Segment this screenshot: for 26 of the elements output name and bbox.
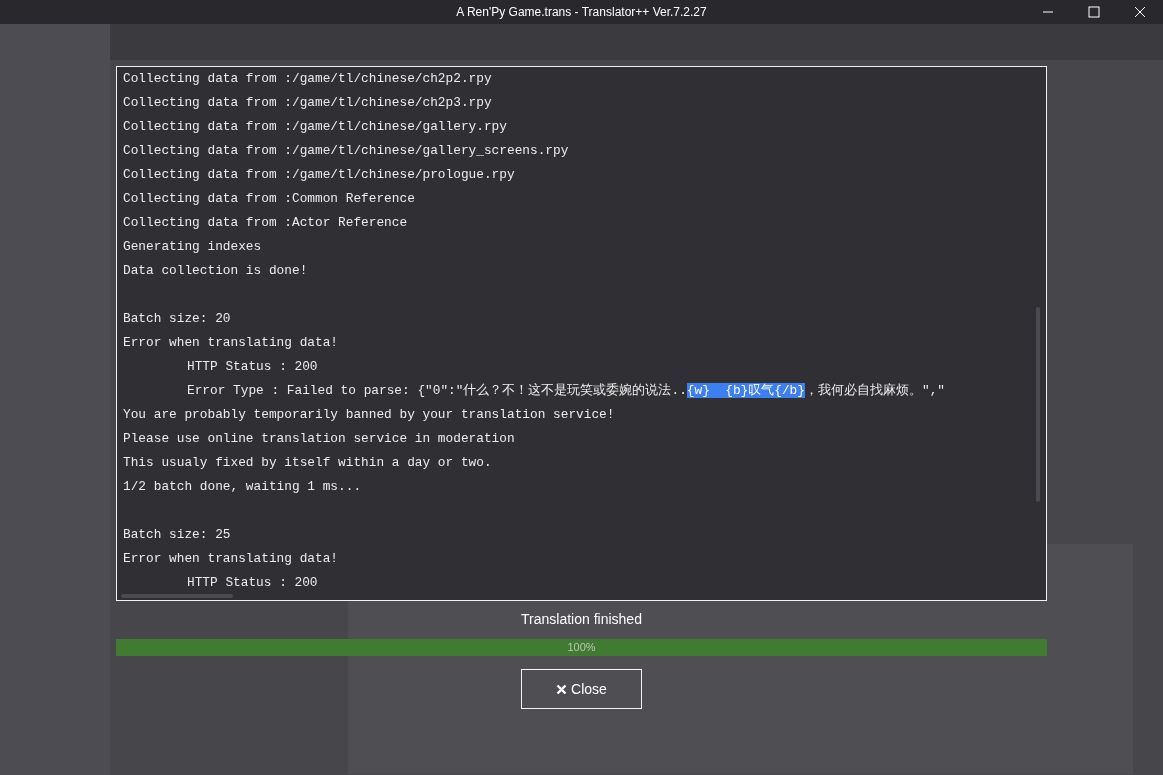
log-line: Error when translating data! <box>123 550 340 568</box>
log-line: Collecting data from :Actor Reference <box>123 214 409 232</box>
log-line: Batch size: 25 <box>123 526 232 544</box>
log-line: Collecting data from :/game/tl/chinese/ch2p2.rpy <box>123 70 493 88</box>
log-line: Collecting data from :/game/tl/chinese/ch2p3.rpy <box>123 94 493 112</box>
log-line: Collecting data from :/game/tl/chinese/prologue.rpy <box>123 166 516 184</box>
log-line: HTTP Status : 200 <box>186 574 319 592</box>
log-line: 1/2 batch done, waiting 1 ms... <box>123 478 363 496</box>
log-line: Data collection is done! <box>123 262 309 280</box>
log-line: You are probably temporarily banned by your translation service! <box>123 406 616 424</box>
window-title: A Ren'Py Game.trans - Translator++ Ver.7.2.27 <box>456 5 707 19</box>
log-line: Collecting data from :/game/tl/chinese/gallery_screens.rpy <box>123 142 570 160</box>
log-line: Error Type : Failed to parse: {"0":"什么？不！这不是玩笑或委婉的说法..{w} {b}叹气{/b}，我何必自找麻烦。"," <box>186 382 947 400</box>
log-line: This usualy fixed by itself within a day or two. <box>123 454 493 472</box>
close-button[interactable]: Close <box>521 669 642 709</box>
log-line: Generating indexes <box>123 238 263 256</box>
log-line: Please use online translation service in moderation <box>123 430 516 448</box>
progress-reading: 100% <box>566 640 597 655</box>
log-line: Error when translating data! <box>123 334 340 352</box>
status-text: Translation finished <box>521 611 642 629</box>
log-line: Batch size: 20 <box>123 310 232 328</box>
close-icon <box>556 683 568 695</box>
log-line: Collecting data from :/game/tl/chinese/gallery.rpy <box>123 118 508 136</box>
log-line: HTTP Status : 200 <box>186 358 319 376</box>
log-line: Collecting data from :Common Reference <box>123 190 416 208</box>
text-selection: {w} {b}叹气{/b} <box>686 383 805 398</box>
